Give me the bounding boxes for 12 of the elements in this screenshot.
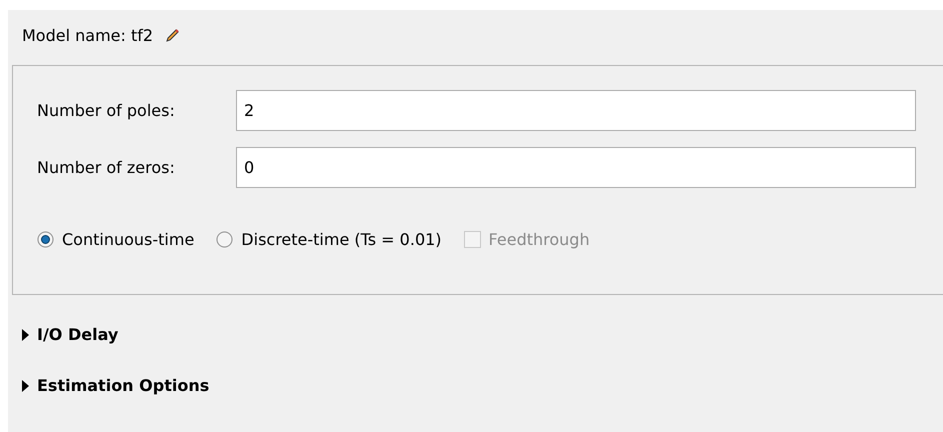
section-toggle[interactable]: I/O Delay	[21, 325, 943, 344]
field-label: Number of zeros:	[37, 158, 176, 177]
radio-option[interactable]: Continuous-time	[37, 230, 194, 249]
section-toggle[interactable]: Estimation Options	[21, 376, 943, 395]
pencil-icon[interactable]	[165, 28, 180, 42]
input-field[interactable]: 2	[236, 90, 916, 131]
radio-button[interactable]	[37, 231, 54, 248]
input-field[interactable]: 0	[236, 147, 916, 188]
field-label: Number of poles:	[37, 101, 176, 120]
radio-option[interactable]: Discrete-time (Ts = 0.01)	[216, 230, 442, 249]
radio-button[interactable]	[216, 231, 234, 248]
model-name-label: Model name: tf2	[22, 26, 154, 44]
